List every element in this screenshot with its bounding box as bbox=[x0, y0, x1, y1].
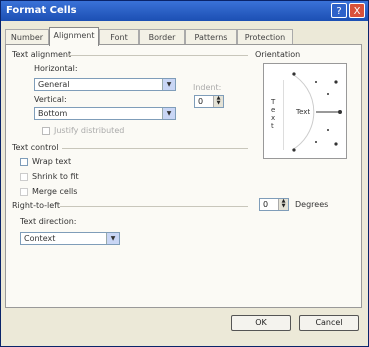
indent-spinner[interactable]: 0 ▲ ▼ bbox=[194, 95, 224, 108]
right-to-left-group-label: Right-to-left bbox=[12, 201, 60, 210]
text-control-group-label: Text control bbox=[12, 143, 59, 152]
title-bar[interactable]: Format Cells ? X bbox=[1, 1, 368, 21]
cancel-button[interactable]: Cancel bbox=[299, 315, 359, 331]
shrink-to-fit-checkbox[interactable] bbox=[20, 173, 28, 181]
shrink-to-fit-label: Shrink to fit bbox=[32, 172, 79, 181]
text-direction-select[interactable]: Context ▼ bbox=[20, 232, 120, 245]
degrees-spinner[interactable]: 0 ▲ ▼ bbox=[259, 198, 289, 211]
spinner-arrows-icon[interactable]: ▲ ▼ bbox=[278, 199, 288, 210]
tab-alignment[interactable]: Alignment bbox=[49, 27, 99, 46]
vertical-value: Bottom bbox=[38, 109, 68, 118]
text-direction-label: Text direction: bbox=[20, 217, 77, 226]
chevron-down-icon[interactable]: ▼ bbox=[106, 233, 119, 244]
wrap-text-checkbox[interactable] bbox=[20, 158, 28, 166]
right-to-left-divider bbox=[60, 206, 248, 207]
text-direction-value: Context bbox=[24, 234, 56, 243]
justify-distributed-label: Justify distributed bbox=[54, 126, 125, 135]
merge-cells-checkbox[interactable] bbox=[20, 188, 28, 196]
help-button[interactable]: ? bbox=[331, 3, 347, 18]
indent-value: 0 bbox=[198, 97, 204, 106]
spinner-arrows-icon[interactable]: ▲ ▼ bbox=[213, 96, 223, 107]
text-control-divider bbox=[62, 148, 248, 149]
ok-button[interactable]: OK bbox=[231, 315, 291, 331]
alignment-panel: Text alignment Horizontal: General ▼ Ind… bbox=[5, 44, 362, 308]
chevron-down-icon[interactable]: ▼ bbox=[162, 108, 175, 119]
orientation-box: Text Text bbox=[263, 63, 347, 159]
degrees-value: 0 bbox=[263, 200, 269, 209]
horizontal-label: Horizontal: bbox=[34, 64, 78, 73]
tab-patterns[interactable]: Patterns bbox=[185, 29, 237, 45]
vertical-label: Vertical: bbox=[34, 95, 67, 104]
wrap-text-label: Wrap text bbox=[32, 157, 72, 166]
format-cells-dialog: Format Cells ? X Number Alignment Font B… bbox=[0, 0, 369, 347]
horizontal-value: General bbox=[38, 80, 70, 89]
vertical-text-label: Text bbox=[271, 98, 276, 130]
orientation-group-label: Orientation bbox=[255, 50, 301, 59]
tab-protection[interactable]: Protection bbox=[237, 29, 293, 45]
orientation-text-label: Text bbox=[296, 108, 311, 116]
tab-font[interactable]: Font bbox=[99, 29, 139, 45]
vertical-select[interactable]: Bottom ▼ bbox=[34, 107, 176, 120]
merge-cells-label: Merge cells bbox=[32, 187, 78, 196]
justify-distributed-checkbox[interactable] bbox=[42, 127, 50, 135]
vertical-text-button[interactable]: Text bbox=[267, 80, 284, 150]
dialog-title: Format Cells bbox=[6, 5, 77, 16]
text-alignment-group-label: Text alignment bbox=[12, 50, 72, 59]
close-button[interactable]: X bbox=[349, 3, 365, 18]
horizontal-select[interactable]: General ▼ bbox=[34, 78, 176, 91]
orientation-dial-icon[interactable] bbox=[286, 66, 346, 158]
tab-border[interactable]: Border bbox=[139, 29, 185, 45]
tab-number[interactable]: Number bbox=[5, 29, 49, 45]
chevron-down-icon[interactable]: ▼ bbox=[162, 79, 175, 90]
text-alignment-divider bbox=[68, 55, 248, 56]
degrees-label: Degrees bbox=[295, 200, 329, 209]
indent-label: Indent: bbox=[193, 83, 222, 92]
